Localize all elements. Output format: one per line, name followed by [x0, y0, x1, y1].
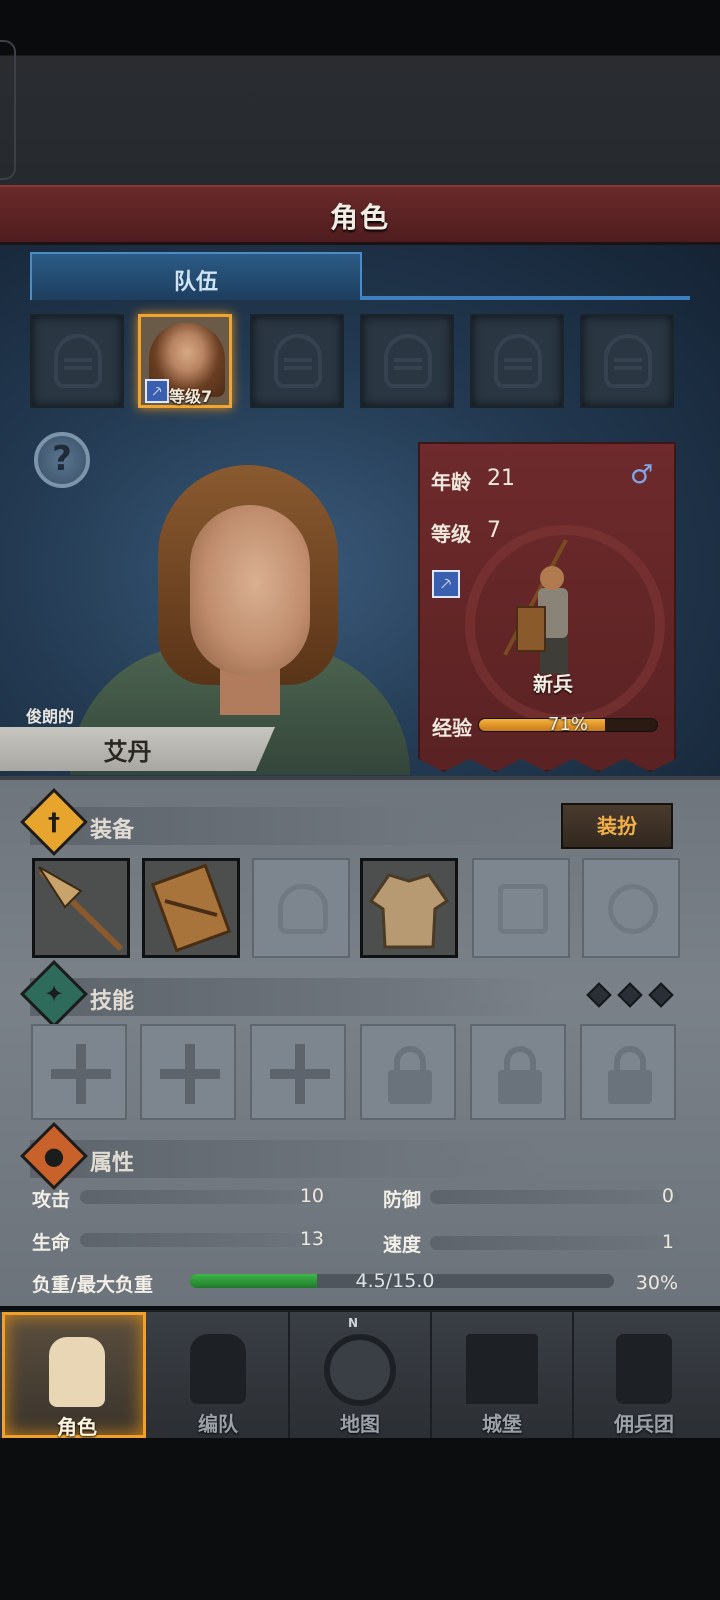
weight-label: 负重/最大负重	[32, 1274, 153, 1296]
attributes-title: 属性	[90, 1151, 135, 1176]
speed-label: 速度	[383, 1234, 422, 1256]
equip-slot-ring[interactable]	[582, 858, 680, 958]
defense-label: 防御	[383, 1189, 422, 1211]
party-slot-empty[interactable]	[360, 314, 454, 408]
class-name: 新兵	[533, 672, 573, 696]
equipment-title: 装备	[90, 818, 135, 843]
weight-fill	[190, 1274, 318, 1288]
party-slot-empty[interactable]	[580, 314, 674, 408]
helmet-placeholder-icon	[278, 884, 328, 934]
level-value: 7	[487, 518, 501, 543]
knight-icon	[49, 1337, 105, 1407]
skill-slot-locked[interactable]	[580, 1024, 676, 1120]
skill-slot[interactable]	[140, 1024, 236, 1120]
party-slot-empty[interactable]	[250, 314, 344, 408]
level-label: 等级	[431, 522, 471, 546]
character-adjective: 俊朗的	[26, 707, 75, 726]
compass-map-icon	[324, 1334, 396, 1406]
dress-up-button[interactable]: 装扮	[561, 803, 673, 849]
spear-icon	[38, 866, 124, 952]
sword-class-icon: ⸕	[145, 379, 169, 403]
ring-placeholder-icon	[608, 884, 658, 934]
equip-slot-weapon[interactable]	[32, 858, 130, 958]
nav-item-castle[interactable]: 城堡	[430, 1312, 574, 1438]
compass-north-label: N	[348, 1316, 359, 1330]
nav-label-map: 地图	[340, 1412, 380, 1436]
cross-icon	[51, 1069, 111, 1079]
cross-icon	[160, 1069, 220, 1079]
party-slot-empty[interactable]	[470, 314, 564, 408]
helmet-placeholder-icon	[274, 334, 322, 388]
speed-value: 1	[661, 1231, 674, 1253]
party-slot-selected[interactable]: ⸕ 等级7	[138, 314, 232, 408]
member-level: 等级7	[169, 387, 213, 406]
attack-label: 攻击	[32, 1189, 71, 1211]
nav-label-formation: 编队	[198, 1412, 238, 1436]
question-icon: ?	[52, 439, 72, 479]
side-frame-decoration	[0, 40, 16, 180]
lock-icon	[608, 1070, 652, 1104]
banner-flag-icon	[616, 1334, 672, 1404]
skills-title: 技能	[90, 989, 135, 1014]
top-background	[0, 0, 720, 185]
xp-percent: 71%	[547, 714, 588, 735]
skill-slot[interactable]	[250, 1024, 346, 1120]
lock-icon	[388, 1070, 432, 1104]
health-label: 生命	[32, 1232, 71, 1254]
nav-item-map[interactable]: 地图	[288, 1312, 432, 1438]
tab-underline	[360, 296, 690, 300]
weight-percent: 30%	[635, 1272, 678, 1294]
page-title: 角色	[329, 201, 390, 234]
cross-icon	[270, 1069, 330, 1079]
cloth-tunic-icon	[368, 873, 450, 949]
wooden-shield-icon	[150, 863, 232, 953]
character-name: 艾丹	[103, 738, 152, 766]
nav-item-character[interactable]: 角色	[2, 1312, 146, 1439]
tab-party-label: 队伍	[173, 270, 218, 295]
weight-text: 4.5/15.0	[355, 1270, 435, 1292]
armored-knight-icon	[190, 1334, 246, 1404]
party-slot-empty[interactable]	[30, 314, 124, 408]
male-gender-icon: ♂	[630, 460, 654, 490]
health-value: 13	[299, 1228, 324, 1250]
bottom-background	[0, 1438, 720, 1600]
helmet-placeholder-icon	[604, 334, 652, 388]
nav-item-formation[interactable]: 编队	[146, 1312, 290, 1438]
helmet-placeholder-icon	[494, 334, 542, 388]
sword-class-icon: ⸕	[432, 570, 460, 598]
equip-slot-helmet[interactable]	[252, 858, 350, 958]
nav-item-mercenaries[interactable]: 佣兵团	[572, 1312, 716, 1438]
skill-slot[interactable]	[31, 1024, 127, 1120]
skill-slot-locked[interactable]	[470, 1024, 566, 1120]
age-value: 21	[487, 466, 515, 491]
equip-slot-boots[interactable]	[472, 858, 570, 958]
equip-slot-armor[interactable]	[360, 858, 458, 958]
castle-icon	[466, 1334, 538, 1404]
attack-value: 10	[299, 1185, 324, 1207]
defense-value: 0	[661, 1185, 674, 1207]
xp-label: 经验	[432, 716, 472, 740]
nav-label-mercenaries: 佣兵团	[614, 1412, 674, 1436]
helmet-placeholder-icon	[54, 334, 102, 388]
lock-icon	[498, 1070, 542, 1104]
age-label: 年龄	[431, 470, 471, 494]
nav-label-castle: 城堡	[482, 1412, 522, 1436]
class-figure	[503, 539, 598, 680]
skill-slot-locked[interactable]	[360, 1024, 456, 1120]
nav-label-character: 角色	[57, 1415, 97, 1439]
boots-placeholder-icon	[498, 884, 548, 934]
equip-slot-offhand[interactable]	[142, 858, 240, 958]
helmet-placeholder-icon	[384, 334, 432, 388]
